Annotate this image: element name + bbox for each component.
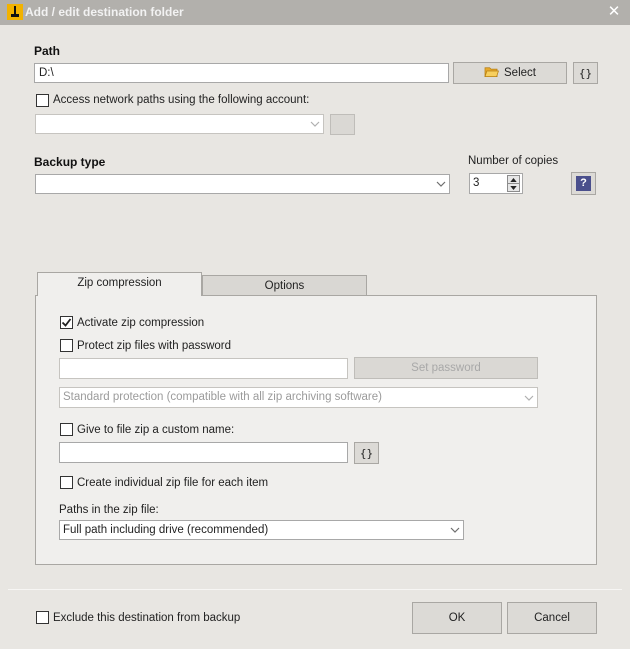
custom-name-label: Give to file zip a custom name:	[77, 424, 235, 436]
zip-paths-dropdown[interactable]: Full path including drive (recommended)	[59, 520, 464, 540]
app-icon	[7, 4, 23, 20]
network-account-checkbox[interactable]	[36, 94, 49, 107]
backup-type-dropdown[interactable]	[35, 174, 450, 194]
chevron-down-icon	[432, 175, 449, 193]
chevron-down-icon	[446, 521, 463, 539]
protection-level-value: Standard protection (compatible with all…	[63, 391, 382, 403]
help-icon: ?	[576, 176, 591, 191]
protect-zip-checkbox[interactable]	[60, 339, 73, 352]
spin-up-icon[interactable]	[508, 176, 519, 184]
footer-separator	[8, 589, 622, 590]
select-folder-button[interactable]: Select	[453, 62, 567, 84]
title-bar: Add / edit destination folder ✕	[0, 0, 630, 25]
protect-zip-label: Protect zip files with password	[77, 340, 232, 352]
chevron-down-icon	[520, 388, 537, 407]
custom-name-checkbox[interactable]	[60, 423, 73, 436]
backup-type-label: Backup type	[34, 155, 106, 169]
copies-spinner[interactable]: 3	[469, 173, 523, 194]
network-account-dropdown[interactable]	[35, 114, 324, 134]
spinner-arrows	[507, 175, 520, 192]
copies-value: 3	[473, 177, 480, 189]
activate-zip-label: Activate zip compression	[77, 317, 205, 329]
select-button-label: Select	[504, 67, 536, 79]
path-variables-button[interactable]: {}	[573, 62, 598, 84]
network-account-label: Access network paths using the following…	[53, 94, 310, 106]
folder-icon	[484, 65, 499, 81]
path-input[interactable]: D:\	[34, 63, 449, 83]
window-title: Add / edit destination folder	[25, 5, 184, 19]
custom-name-variables-button[interactable]: {}	[354, 442, 379, 464]
exclude-destination-checkbox[interactable]	[36, 611, 49, 624]
zip-password-input[interactable]	[59, 358, 348, 379]
zip-paths-label: Paths in the zip file:	[59, 504, 159, 516]
close-icon[interactable]: ✕	[604, 2, 624, 22]
set-password-button[interactable]: Set password	[354, 357, 538, 379]
checkmark-icon	[61, 318, 72, 327]
network-account-button[interactable]	[330, 114, 355, 135]
zip-paths-value: Full path including drive (recommended)	[63, 524, 269, 536]
copies-label: Number of copies	[468, 155, 559, 167]
exclude-destination-label: Exclude this destination from backup	[53, 612, 241, 624]
custom-name-input[interactable]	[59, 442, 348, 463]
path-label: Path	[34, 44, 61, 58]
protection-level-dropdown[interactable]: Standard protection (compatible with all…	[59, 387, 538, 408]
spin-down-icon[interactable]	[508, 184, 519, 192]
individual-zip-label: Create individual zip file for each item	[77, 477, 269, 489]
chevron-down-icon	[306, 115, 323, 133]
help-button[interactable]: ?	[571, 172, 596, 195]
tab-options[interactable]: Options	[202, 275, 367, 296]
tab-zip-compression[interactable]: Zip compression	[37, 272, 202, 296]
cancel-button[interactable]: Cancel	[507, 602, 597, 634]
activate-zip-checkbox[interactable]	[60, 316, 73, 329]
individual-zip-checkbox[interactable]	[60, 476, 73, 489]
ok-button[interactable]: OK	[412, 602, 502, 634]
